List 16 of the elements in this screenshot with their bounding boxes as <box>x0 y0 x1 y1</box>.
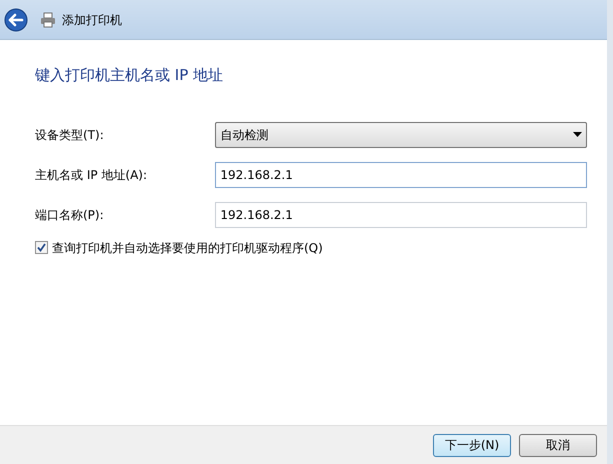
window-title: 添加打印机 <box>62 12 122 28</box>
dropdown[interactable]: 自动检测 <box>215 122 587 148</box>
input-field[interactable]: 192.168.2.1 <box>215 162 587 188</box>
field-label: 设备类型(T): <box>35 126 105 144</box>
page-heading: 键入打印机主机名或 IP 地址 <box>35 65 224 86</box>
back-button[interactable] <box>4 8 28 32</box>
field-label: 端口名称(P): <box>35 206 105 224</box>
caret-icon <box>573 132 582 137</box>
checkbox-label: 查询打印机并自动选择要使用的打印机驱动程序(Q) <box>52 240 323 256</box>
dropdown-value: 自动检测 <box>220 126 268 144</box>
field-label: 主机名或 IP 地址(A): <box>35 166 148 184</box>
input-field[interactable]: 192.168.2.1 <box>215 202 587 228</box>
checkbox[interactable] <box>35 241 48 254</box>
next-button[interactable]: 下一步(N) <box>433 434 511 456</box>
cancel-button[interactable]: 取消 <box>519 434 597 456</box>
printer-icon <box>40 12 56 28</box>
